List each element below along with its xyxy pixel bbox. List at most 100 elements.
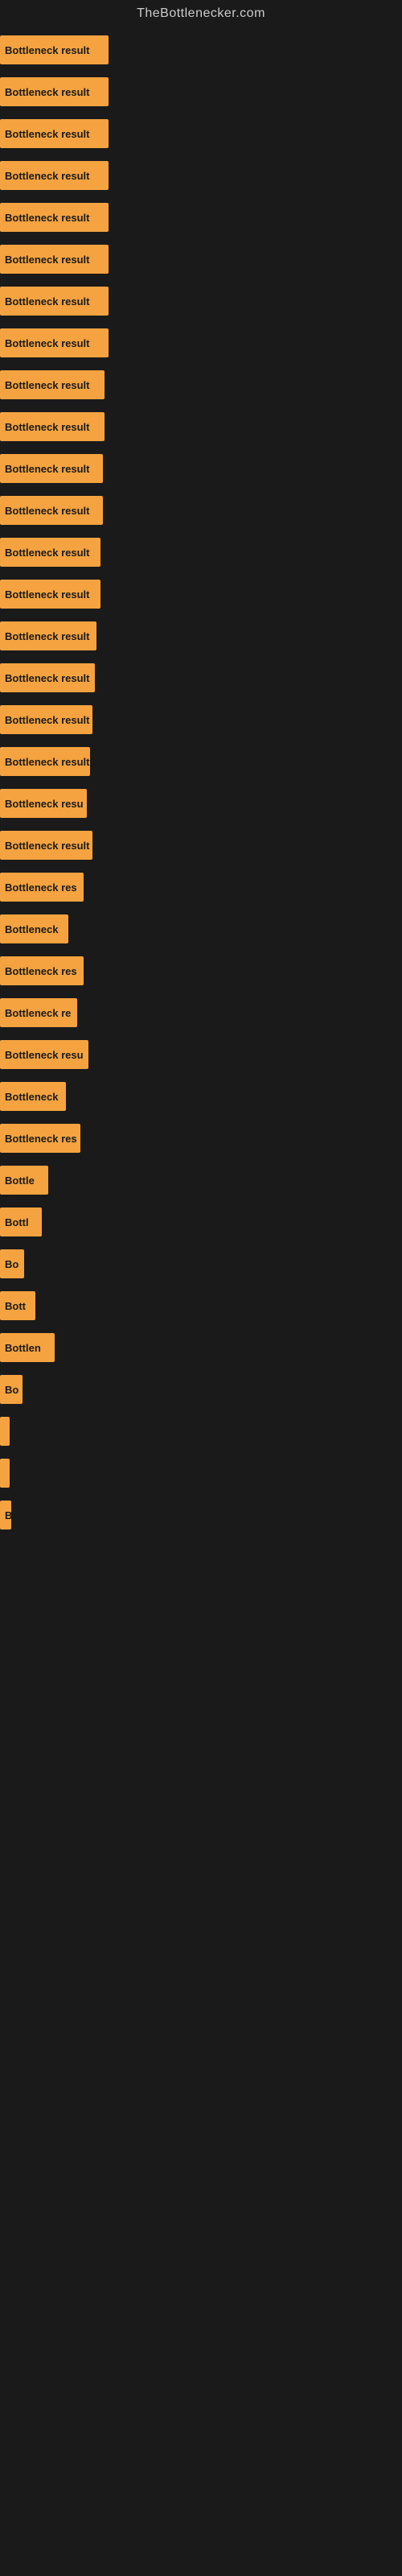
bar-row: Bottleneck result	[0, 488, 402, 530]
bottleneck-bar: Bottle	[0, 1166, 48, 1195]
bar-label: Bottleneck result	[5, 379, 89, 391]
bar-row: Bottleneck result	[0, 572, 402, 613]
bottleneck-bar: Bo	[0, 1249, 24, 1278]
site-title: TheBottlenecker.com	[0, 0, 402, 24]
bar-label: Bottleneck result	[5, 588, 89, 601]
bar-label: Bottleneck res	[5, 881, 77, 894]
bottleneck-bar: Bottleneck result	[0, 203, 109, 232]
bar-label: Bottleneck result	[5, 295, 89, 308]
bar-row	[0, 1785, 402, 1827]
bar-row	[0, 1534, 402, 1576]
bar-label: Bottleneck	[5, 923, 58, 935]
bar-row	[0, 1451, 402, 1492]
bottleneck-bar: Bottleneck res	[0, 956, 84, 985]
bar-row: Bo	[0, 1367, 402, 1409]
bottleneck-bar: Bottleneck res	[0, 1124, 80, 1153]
bar-label: Bottleneck	[5, 1091, 58, 1103]
bar-row: Bottleneck result	[0, 530, 402, 572]
bar-row	[0, 1744, 402, 1785]
bottleneck-bar: Bottleneck result	[0, 454, 103, 483]
bar-label: Bottleneck result	[5, 421, 89, 433]
bar-label: Bottleneck result	[5, 547, 89, 559]
bar-row: Bottleneck result	[0, 111, 402, 153]
bar-label: Bottleneck result	[5, 840, 89, 852]
bar-row: Bottleneck re	[0, 990, 402, 1032]
bar-row: Bottleneck result	[0, 613, 402, 655]
bottleneck-bar	[0, 1417, 10, 1446]
bottleneck-bar	[0, 1459, 10, 1488]
bottleneck-bar: Bottleneck result	[0, 161, 109, 190]
bar-row: Bottleneck resu	[0, 1032, 402, 1074]
bar-label: Bottleneck result	[5, 630, 89, 642]
bar-row	[0, 1995, 402, 2037]
bar-label: Bottleneck resu	[5, 798, 84, 810]
bottleneck-bar: Bottleneck resu	[0, 1040, 88, 1069]
bar-row: Bottleneck result	[0, 697, 402, 739]
bottleneck-bar: Bottleneck result	[0, 705, 92, 734]
bar-label: Bottleneck result	[5, 505, 89, 517]
bar-label: Bottleneck res	[5, 965, 77, 977]
bottleneck-bar: Bottleneck result	[0, 245, 109, 274]
bar-row: Bottleneck result	[0, 404, 402, 446]
bar-row: Bottleneck res	[0, 948, 402, 990]
bottleneck-bar: Bottleneck result	[0, 831, 92, 860]
bar-row	[0, 1911, 402, 1953]
bar-row: Bottleneck res	[0, 865, 402, 906]
bar-row: Bo	[0, 1241, 402, 1283]
bottleneck-bar: Bottleneck result	[0, 77, 109, 106]
bar-label: Bottlen	[5, 1342, 41, 1354]
bar-row	[0, 1702, 402, 1744]
bar-row: Bottleneck	[0, 1074, 402, 1116]
bar-row: Bott	[0, 1283, 402, 1325]
bar-row: Bottleneck result	[0, 69, 402, 111]
bar-label: Bottleneck result	[5, 756, 89, 768]
bottleneck-bar: Bottleneck result	[0, 35, 109, 64]
bottleneck-bar: Bottleneck result	[0, 580, 100, 609]
bottleneck-bar: B	[0, 1501, 11, 1530]
bar-row: Bottl	[0, 1199, 402, 1241]
bar-row: Bottleneck result	[0, 195, 402, 237]
bar-row: Bottleneck result	[0, 362, 402, 404]
bottleneck-bar: Bottlen	[0, 1333, 55, 1362]
bar-row	[0, 1869, 402, 1911]
bar-label: Bott	[5, 1300, 26, 1312]
bar-label: Bottleneck re	[5, 1007, 71, 1019]
bar-label: Bottleneck result	[5, 128, 89, 140]
bar-label: Bottleneck result	[5, 170, 89, 182]
bar-row: Bottlen	[0, 1325, 402, 1367]
bar-row: Bottleneck result	[0, 655, 402, 697]
bar-row	[0, 1953, 402, 1995]
bar-row: Bottleneck	[0, 906, 402, 948]
bar-row	[0, 1827, 402, 1869]
bar-row: Bottle	[0, 1158, 402, 1199]
bottleneck-bar: Bott	[0, 1291, 35, 1320]
bottleneck-bar: Bottleneck result	[0, 747, 90, 776]
bottleneck-bar: Bottleneck res	[0, 873, 84, 902]
bottleneck-bar: Bottleneck	[0, 1082, 66, 1111]
bottleneck-bar: Bottleneck result	[0, 621, 96, 650]
bar-row: Bottleneck result	[0, 279, 402, 320]
bars-container: Bottleneck result Bottleneck result Bottle…	[0, 24, 402, 2040]
bar-label: Bottl	[5, 1216, 29, 1228]
bar-label: Bottle	[5, 1174, 35, 1187]
bar-row: Bottleneck result	[0, 739, 402, 781]
bar-label: Bo	[5, 1384, 18, 1396]
bar-row	[0, 1576, 402, 1618]
bottleneck-bar: Bottleneck resu	[0, 789, 87, 818]
bar-label: Bottleneck result	[5, 714, 89, 726]
bar-row: Bottleneck result	[0, 320, 402, 362]
bar-row	[0, 1660, 402, 1702]
bar-label: Bottleneck result	[5, 212, 89, 224]
bottleneck-bar: Bottleneck result	[0, 328, 109, 357]
bar-label: Bottleneck result	[5, 337, 89, 349]
bar-label: Bottleneck result	[5, 254, 89, 266]
bottleneck-bar: Bo	[0, 1375, 23, 1404]
bottleneck-bar: Bottleneck result	[0, 496, 103, 525]
bar-label: Bottleneck result	[5, 672, 89, 684]
bottleneck-bar: Bottleneck result	[0, 412, 105, 441]
bar-row: Bottleneck result	[0, 153, 402, 195]
bar-row: B	[0, 1492, 402, 1534]
bottleneck-bar: Bottleneck result	[0, 538, 100, 567]
bar-label: Bottleneck resu	[5, 1049, 84, 1061]
bar-row: Bottleneck result	[0, 27, 402, 69]
